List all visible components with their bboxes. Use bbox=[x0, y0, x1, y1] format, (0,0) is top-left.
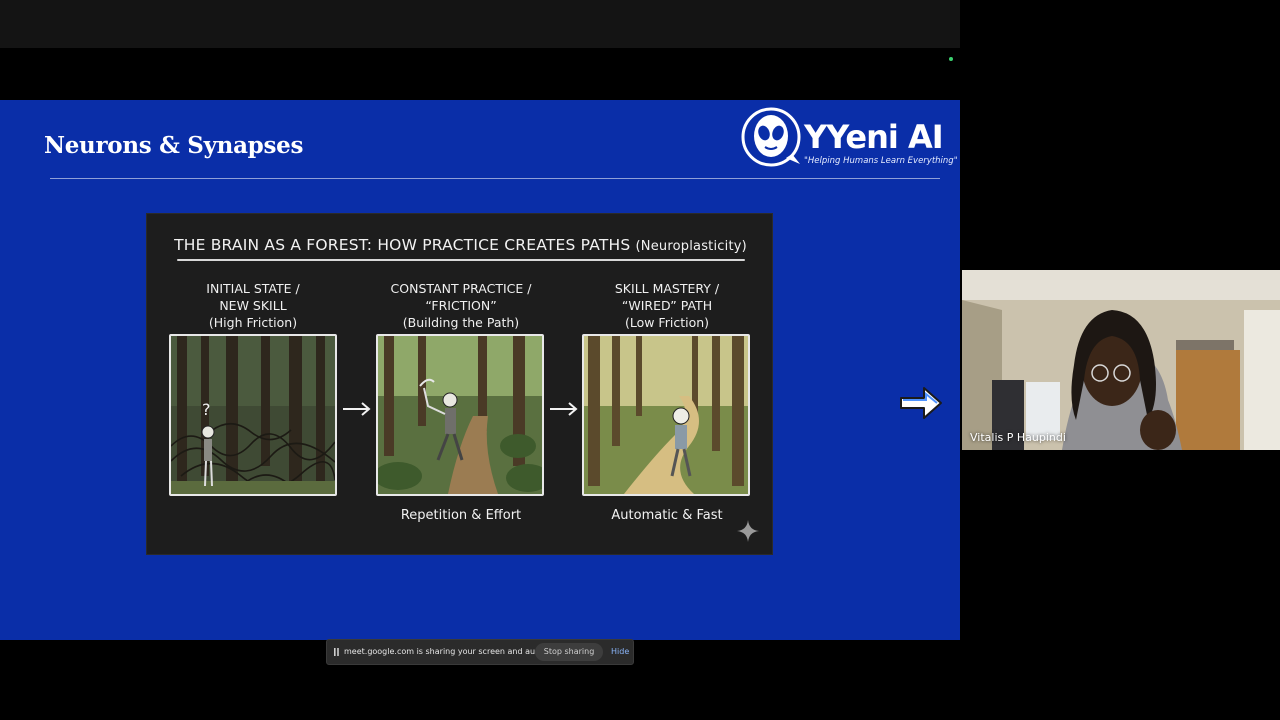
title-divider bbox=[50, 178, 940, 179]
stage-label-practice: CONSTANT PRACTICE / “FRICTION” (Building… bbox=[390, 281, 532, 330]
top-bar bbox=[0, 0, 960, 48]
next-slide-arrow-icon[interactable] bbox=[898, 382, 944, 424]
illustration-title-underline bbox=[177, 259, 745, 261]
hide-share-bar-link[interactable]: Hide bbox=[611, 647, 629, 656]
svg-text:?: ? bbox=[202, 400, 211, 419]
stage-label-mastery: SKILL MASTERY / “WIRED” PATH (Low Fricti… bbox=[614, 281, 720, 330]
panel-building-path bbox=[376, 334, 544, 496]
participant-video-tile[interactable]: Vitalis P Haupindi bbox=[962, 270, 1280, 450]
arrow-right-icon bbox=[343, 402, 371, 416]
screen-share-bar: meet.google.com is sharing your screen a… bbox=[326, 639, 634, 665]
panel-wired-path bbox=[582, 334, 750, 496]
yyeni-logo: YYeni AI "Helping Humans Learn Everythin… bbox=[740, 106, 960, 170]
presentation-slide: Neurons & Synapses YYeni AI "Helping Hum… bbox=[0, 100, 960, 640]
panel-dense-forest: ? bbox=[169, 334, 337, 496]
share-status-text: meet.google.com is sharing your screen a… bbox=[344, 647, 550, 656]
caption-repetition: Repetition & Effort bbox=[400, 508, 522, 523]
alien-logo-icon bbox=[741, 107, 801, 167]
participant-name: Vitalis P Haupindi bbox=[970, 431, 1066, 444]
recording-indicator bbox=[949, 57, 953, 61]
slide-title: Neurons & Synapses bbox=[44, 132, 304, 159]
logo-name: YYeni AI bbox=[804, 118, 944, 156]
arrow-right-icon bbox=[550, 402, 578, 416]
stage-label-initial: INITIAL STATE / NEW SKILL (High Friction… bbox=[206, 281, 300, 330]
caption-automatic: Automatic & Fast bbox=[611, 508, 723, 523]
participant-video-feed bbox=[962, 270, 1280, 450]
stop-sharing-button[interactable]: Stop sharing bbox=[535, 643, 603, 661]
pause-icon bbox=[334, 648, 339, 656]
forest-illustration: THE BRAIN AS A FOREST: HOW PRACTICE CREA… bbox=[146, 213, 773, 555]
sparkle-icon bbox=[737, 520, 759, 542]
logo-tagline: "Helping Humans Learn Everything" bbox=[804, 156, 958, 166]
illustration-title: THE BRAIN AS A FOREST: HOW PRACTICE CREA… bbox=[174, 236, 747, 254]
